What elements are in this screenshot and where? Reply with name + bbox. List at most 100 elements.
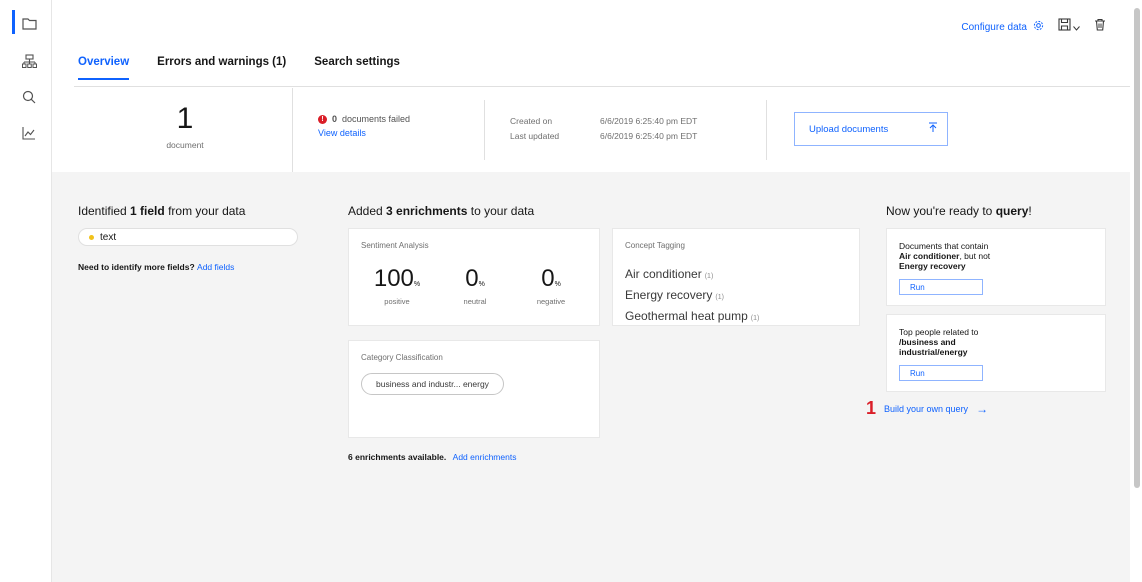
query-line-bold: Energy recovery [899,261,966,271]
add-fields-link[interactable]: Add fields [197,262,234,272]
build-query-label: Build your own query [884,403,969,414]
document-count-value: 1 [176,102,194,135]
divider [766,100,767,160]
configure-data-label: Configure data [961,21,1027,33]
field-tag-label: text [100,231,117,243]
query-heading: Now you're ready to query! [886,204,1032,218]
category-classification-card: Category Classification business and ind… [348,340,600,438]
query-suggestion-text: Top people related to /business and indu… [899,327,1089,357]
rail-active-indicator [12,10,15,34]
sentiment-neutral-label: neutral [463,297,487,306]
fields-heading: Identified 1 field from your data [78,204,245,218]
header-panel: Configure data Overview Errors and warni… [52,0,1130,172]
chart-icon[interactable] [18,122,40,144]
upload-documents-button[interactable]: Upload documents [794,112,948,146]
query-suggestion-text: Documents that contain Air conditioner, … [899,241,1089,271]
field-tag-text[interactable]: text [78,228,298,246]
overview-content: Identified 1 field from your data text N… [52,172,1130,582]
query-line-bold: industrial/energy [899,347,968,357]
query-heading-post: ! [1028,204,1032,218]
enrichments-heading-bold: 3 enrichments [386,204,468,218]
view-details-link[interactable]: View details [318,128,410,138]
sentiment-analysis-card: Sentiment Analysis 100% positive 0% neut… [348,228,600,326]
identify-more-fields: Need to identify more fields? Add fields [78,262,234,272]
query-line-bold: Air conditioner [899,251,960,261]
sentiment-positive-label: positive [384,297,410,306]
concept-count: (1) [704,273,714,280]
divider [484,100,485,160]
tab-list: Overview Errors and warnings (1) Search … [78,56,400,80]
save-icon [1058,18,1071,36]
chevron-down-icon [1073,18,1080,36]
tab-divider [74,86,1130,87]
concept-label: Geothermal heat pump [625,309,748,323]
failed-label: documents failed [342,114,411,124]
enrichments-heading-pre: Added [348,204,387,218]
enrichments-available: 6 enrichments available. Add enrichments [348,452,516,462]
structure-icon[interactable] [18,50,40,72]
tab-search-settings[interactable]: Search settings [314,56,400,80]
concept-tagging-card: Concept Tagging Air conditioner (1) Energ… [612,228,860,326]
sentiment-negative: 0% negative [521,265,581,306]
fields-heading-post: from your data [164,204,246,218]
search-icon[interactable] [18,86,40,108]
run-query-button[interactable]: Run [899,279,983,295]
sentiment-negative-label: negative [536,297,566,306]
add-enrichments-link[interactable]: Add enrichments [453,452,517,462]
fields-heading-pre: Identified [78,204,131,218]
sentiment-card-title: Sentiment Analysis [361,241,429,250]
build-your-own-query-link[interactable]: 1 Build your own query → [866,398,988,419]
save-menu-button[interactable] [1058,18,1080,36]
created-value: 6/6/2019 6:25:40 pm EDT [600,116,698,126]
concept-item: Air conditioner (1) [625,265,759,286]
concept-card-title: Concept Tagging [625,241,685,250]
run-query-button[interactable]: Run [899,365,983,381]
sentiment-neutral-unit: % [478,281,485,288]
enrichments-heading-post: to your data [467,204,535,218]
delete-button[interactable] [1094,18,1106,36]
concept-count: (1) [715,294,724,301]
left-rail [0,0,52,582]
sentiment-positive: 100% positive [367,265,427,306]
enrichments-heading: Added 3 enrichments to your data [348,204,534,218]
gear-icon [1033,20,1044,34]
toolbar: Configure data [961,18,1106,36]
updated-label: Last updated [510,131,560,141]
sentiment-negative-unit: % [554,281,561,288]
concept-label: Air conditioner [625,267,702,281]
query-heading-bold: query [995,204,1029,218]
concept-label: Energy recovery [625,288,713,302]
field-dot-icon [89,234,94,240]
tab-errors-and-warnings[interactable]: Errors and warnings (1) [157,56,286,80]
folder-icon[interactable] [18,12,40,34]
query-suggestion-card: Documents that contain Air conditioner, … [886,228,1106,306]
created-label: Created on [510,116,553,126]
date-info: Created on 6/6/2019 6:25:40 pm EDT Last … [510,116,740,141]
upload-icon [928,122,938,136]
query-line: Documents that contain [899,241,989,251]
document-count-label: document [166,140,204,150]
sentiment-positive-unit: % [413,281,421,288]
query-heading-pre: Now you're ready to [886,204,996,218]
updated-value: 6/6/2019 6:25:40 pm EDT [600,131,698,141]
sentiment-negative-value: 0 [541,265,555,292]
upload-documents-label: Upload documents [809,123,889,135]
concept-list: Air conditioner (1) Energy recovery (1) Ge… [625,265,759,328]
sentiment-positive-value: 100 [373,265,414,292]
fields-heading-bold: 1 field [130,204,165,218]
failed-count: 0 [332,114,338,124]
category-tag[interactable]: business and industr... energy [361,373,504,395]
category-card-title: Category Classification [361,353,443,362]
query-line: Top people related to [899,327,979,337]
configure-data-link[interactable]: Configure data [961,20,1044,34]
more-fields-text: Need to identify more fields? [78,262,195,272]
concept-item: Geothermal heat pump (1) [625,307,759,328]
document-count: 1 document [78,88,293,172]
error-icon: ! [318,114,327,124]
enrichments-available-text: 6 enrichments available. [348,452,447,462]
tab-overview[interactable]: Overview [78,56,130,80]
arrow-right-icon: → [976,401,989,416]
query-line: , but not [959,251,991,261]
page-scrollbar[interactable] [1134,8,1140,488]
query-suggestion-card: Top people related to /business and indu… [886,314,1106,392]
